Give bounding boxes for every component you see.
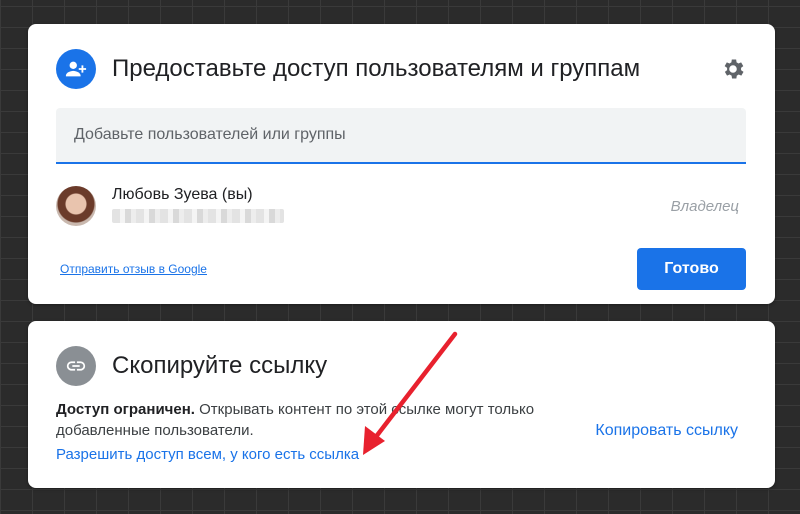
link-icon [56, 346, 96, 386]
avatar [56, 186, 96, 226]
copy-link-title: Скопируйте ссылку [112, 352, 328, 379]
add-person-icon [56, 49, 96, 89]
send-feedback-link[interactable]: Отправить отзыв в Google [60, 262, 207, 276]
copy-link-button[interactable]: Копировать ссылку [595, 422, 738, 440]
access-status: Доступ ограничен. [56, 401, 195, 418]
access-description: Доступ ограничен. Открывать контент по э… [56, 399, 556, 441]
user-role: Владелец [670, 198, 739, 215]
user-email-redacted [112, 209, 284, 223]
copy-link-card: Скопируйте ссылку Доступ ограничен. Откр… [28, 321, 775, 488]
add-people-field[interactable] [56, 108, 746, 164]
share-dialog-title: Предоставьте доступ пользователям и груп… [112, 55, 641, 82]
gear-icon[interactable] [720, 56, 746, 82]
allow-anyone-with-link[interactable]: Разрешить доступ всем, у кого есть ссылк… [56, 446, 359, 463]
done-button[interactable]: Готово [637, 248, 746, 290]
user-name: Любовь Зуева (вы) [112, 186, 253, 203]
add-people-input[interactable] [56, 108, 746, 162]
share-dialog-card: Предоставьте доступ пользователям и груп… [28, 24, 775, 304]
